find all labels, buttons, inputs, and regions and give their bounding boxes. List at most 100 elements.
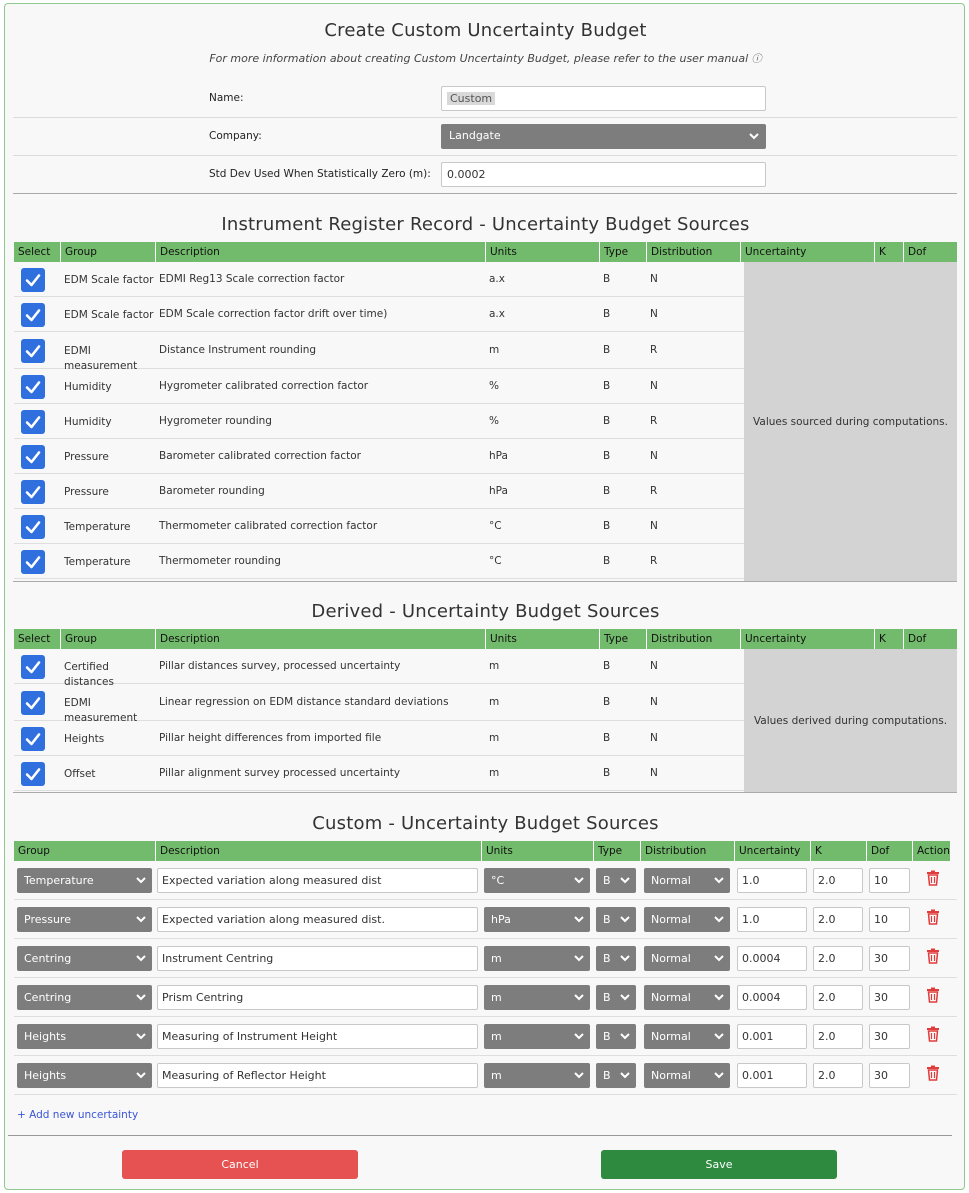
select-checkbox[interactable] (21, 267, 45, 292)
k-input[interactable]: 2.0 (813, 985, 863, 1010)
units-select[interactable]: m (484, 946, 590, 971)
uncertainty-input[interactable]: 1.0 (737, 868, 807, 893)
distribution-select[interactable]: Normal (644, 1063, 730, 1088)
trash-icon[interactable] (926, 987, 940, 1003)
type-select[interactable]: B (596, 946, 636, 971)
stddev-input[interactable]: 0.0002 (441, 162, 766, 187)
k-input[interactable]: 2.0 (813, 946, 863, 971)
trash-icon[interactable] (926, 1065, 940, 1081)
select-checkbox[interactable] (21, 726, 45, 751)
type-select[interactable]: B (596, 1063, 636, 1088)
units-cell: % (489, 414, 499, 427)
group-select[interactable]: Centring (17, 985, 152, 1010)
distribution-select[interactable]: Normal (644, 946, 730, 971)
info-icon[interactable]: ⓘ (752, 54, 762, 65)
derived-values-note: Values derived during computations. (753, 715, 948, 727)
dof-input[interactable]: 30 (869, 946, 910, 971)
type-cell: B (603, 731, 611, 744)
k-input[interactable]: 2.0 (813, 1024, 863, 1049)
distribution-select[interactable]: Normal (644, 907, 730, 932)
trash-icon[interactable] (926, 1026, 940, 1042)
col-units: Units (481, 841, 593, 861)
group-select[interactable]: Temperature (17, 868, 152, 893)
uncertainty-input[interactable]: 0.0004 (737, 946, 807, 971)
type-select[interactable]: B (596, 985, 636, 1010)
col-select: Select (18, 246, 51, 258)
col-distribution: Distribution (646, 242, 740, 262)
chevron-down-icon (136, 955, 146, 962)
select-checkbox[interactable] (21, 302, 45, 327)
trash-icon[interactable] (926, 948, 940, 964)
stddev-value: 0.0002 (447, 168, 486, 181)
k-input[interactable]: 2.0 (813, 868, 863, 893)
dof-input[interactable]: 30 (869, 1024, 910, 1049)
description-input[interactable]: Measuring of Instrument Height (157, 1024, 478, 1049)
type-select[interactable]: B (596, 907, 636, 932)
select-checkbox[interactable] (21, 479, 45, 504)
distribution-select[interactable]: Normal (644, 985, 730, 1010)
trash-icon[interactable] (926, 870, 940, 886)
dof-input[interactable]: 30 (869, 1063, 910, 1088)
uncertainty-input[interactable]: 0.001 (737, 1063, 807, 1088)
dof-input[interactable]: 10 (869, 907, 910, 932)
description-input[interactable]: Measuring of Reflector Height (157, 1063, 478, 1088)
units-select[interactable]: m (484, 1024, 590, 1049)
save-button[interactable]: Save (601, 1150, 837, 1179)
select-checkbox[interactable] (21, 761, 45, 786)
trash-icon[interactable] (926, 909, 940, 925)
add-uncertainty-link[interactable]: + Add new uncertainty (17, 1109, 138, 1121)
description-cell: Linear regression on EDM distance standa… (159, 695, 449, 708)
derived-section-title: Derived - Uncertainty Budget Sources (311, 601, 660, 622)
description-input[interactable]: Prism Centring (157, 985, 478, 1010)
group-select[interactable]: Pressure (17, 907, 152, 932)
instrument-values-panel: Values sourced during computations. (744, 262, 957, 581)
select-checkbox[interactable] (21, 549, 45, 574)
group-cell: EDM Scale factor (64, 308, 154, 321)
group-select[interactable]: Heights (17, 1024, 152, 1049)
description-input[interactable]: Instrument Centring (157, 946, 478, 971)
uncertainty-input[interactable]: 1.0 (737, 907, 807, 932)
units-select[interactable]: hPa (484, 907, 590, 932)
company-select[interactable]: Landgate (441, 124, 766, 149)
k-input[interactable]: 2.0 (813, 1063, 863, 1088)
select-checkbox[interactable] (21, 654, 45, 679)
distribution-select[interactable]: Normal (644, 1024, 730, 1049)
dof-input[interactable]: 30 (869, 985, 910, 1010)
instrument-values-note: Values sourced during computations. (753, 416, 948, 428)
group-select[interactable]: Heights (17, 1063, 152, 1088)
units-select[interactable]: °C (484, 868, 590, 893)
select-checkbox[interactable] (21, 690, 45, 715)
type-select[interactable]: B (596, 868, 636, 893)
select-checkbox[interactable] (21, 338, 45, 363)
description-input[interactable]: Expected variation along measured dist. (157, 907, 478, 932)
chevron-down-icon (136, 1072, 146, 1079)
col-type: Type (599, 242, 646, 262)
distribution-cell: N (650, 272, 658, 285)
uncertainty-input[interactable]: 0.001 (737, 1024, 807, 1049)
type-select[interactable]: B (596, 1024, 636, 1049)
select-checkbox[interactable] (21, 514, 45, 539)
chevron-down-icon (574, 994, 584, 1001)
custom-row: Pressure Expected variation along measure… (14, 900, 957, 939)
group-select[interactable]: Centring (17, 946, 152, 971)
units-cell: a.x (489, 307, 505, 320)
cancel-button[interactable]: Cancel (122, 1150, 358, 1179)
select-checkbox[interactable] (21, 374, 45, 399)
distribution-select[interactable]: Normal (644, 868, 730, 893)
description-input[interactable]: Expected variation along measured dist (157, 868, 478, 893)
company-row: Company: Landgate (13, 118, 957, 156)
k-input[interactable]: 2.0 (813, 907, 863, 932)
col-group: Group (18, 845, 50, 857)
select-checkbox[interactable] (21, 444, 45, 469)
select-checkbox[interactable] (21, 409, 45, 434)
group-value: Pressure (24, 913, 71, 926)
table-row: Certified distances Pillar distances surv… (14, 649, 744, 688)
col-group: Group (60, 242, 155, 262)
group-cell: Humidity (64, 415, 112, 428)
units-select[interactable]: m (484, 1063, 590, 1088)
name-input[interactable]: Custom (441, 86, 766, 111)
units-select[interactable]: m (484, 985, 590, 1010)
dof-input[interactable]: 10 (869, 868, 910, 893)
group-value: Temperature (24, 874, 94, 887)
uncertainty-input[interactable]: 0.0004 (737, 985, 807, 1010)
